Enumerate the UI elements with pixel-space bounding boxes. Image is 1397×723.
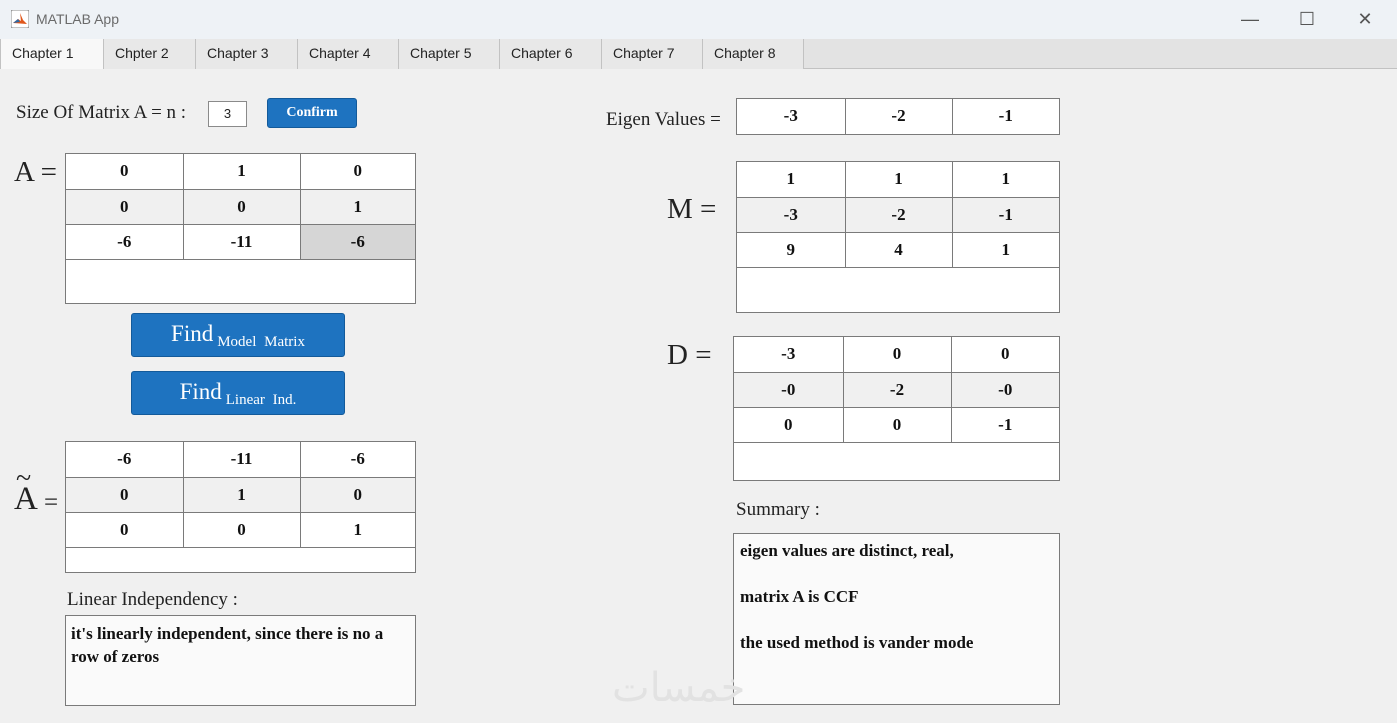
find-model-matrix-button[interactable]: Find Model Matrix [131,313,345,357]
matrix-cell[interactable]: 1 [951,231,1059,268]
matrix-cell[interactable]: 1 [737,162,846,198]
eigen-value-cell[interactable]: -1 [951,99,1059,135]
table-row: -3 -2 -1 [737,196,1059,233]
matrix-cell[interactable]: 1 [299,188,415,225]
eigen-value-cell[interactable]: -2 [844,99,953,135]
matrix-cell[interactable]: -0 [734,371,844,408]
matrix-cell[interactable]: -3 [737,196,846,233]
find-model-main-label: Find [171,321,214,346]
tab-bar: Chapter 1 Chpter 2 Chapter 3 Chapter 4 C… [0,39,1397,70]
matrix-cell[interactable]: 0 [842,337,952,373]
matrix-cell[interactable]: 0 [66,511,184,548]
matrix-cell[interactable]: 1 [299,511,415,548]
matrix-m-label: M = [667,193,717,225]
table-row: -6 -11 -6 [66,442,415,478]
matrix-cell[interactable]: -1 [950,406,1059,443]
summary-textarea[interactable]: eigen values are distinct, real, matrix … [733,533,1060,705]
eigen-values-table[interactable]: -3 -2 -1 [736,98,1060,135]
matrix-cell[interactable]: -6 [66,223,184,260]
matrix-cell[interactable]: 4 [844,231,953,268]
tab-chapter-1[interactable]: Chapter 1 [0,39,104,70]
matrix-cell[interactable]: -6 [299,442,415,478]
maximize-button[interactable]: ☐ [1296,8,1318,30]
matrix-cell[interactable]: -6 [66,442,184,478]
table-row: 1 1 1 [737,162,1059,198]
matrix-cell[interactable]: 1 [951,162,1059,198]
matrix-cell[interactable]: 0 [182,188,301,225]
matrix-a-tilde-label: ~ A = [14,463,64,529]
matrix-cell[interactable]: -2 [842,371,952,408]
tab-chapter-3[interactable]: Chapter 3 [196,39,298,69]
matrix-a-table[interactable]: 0 1 0 0 0 1 -6 -11 -6 [65,153,416,304]
find-linear-main-label: Find [179,379,222,404]
summary-line: matrix A is CCF [740,587,859,606]
window-title: MATLAB App [36,11,120,27]
matrix-cell[interactable]: 9 [737,231,846,268]
summary-label: Summary : [736,499,820,520]
matrix-a-tilde-table[interactable]: -6 -11 -6 0 1 0 0 0 1 [65,441,416,573]
matrix-d-table[interactable]: -3 0 0 -0 -2 -0 0 0 -1 [733,336,1060,481]
matrix-cell[interactable]: 0 [66,188,184,225]
linear-independency-text: it's linearly independent, since there i… [71,624,384,666]
tab-content-chapter-1: Size Of Matrix A = n : 3 Confirm A = 0 1… [0,69,1397,723]
equals-symbol: = [44,489,59,516]
table-row: 0 0 1 [66,511,415,548]
linear-independency-textarea[interactable]: it's linearly independent, since there i… [65,615,416,706]
watermark-logo: خمسات [612,665,746,711]
matrix-m-table[interactable]: 1 1 1 -3 -2 -1 9 4 1 [736,161,1060,313]
matrix-cell[interactable]: 0 [299,476,415,513]
matrix-size-field[interactable]: 3 [208,101,247,127]
find-linear-sub-label: Linear Ind. [225,392,297,408]
matrix-cell[interactable]: -3 [734,337,844,373]
matrix-cell[interactable]: -2 [844,196,953,233]
tab-chapter-7[interactable]: Chapter 7 [602,39,703,69]
table-row: -3 0 0 [734,337,1059,373]
matrix-cell[interactable]: 0 [299,154,415,190]
matrix-cell[interactable]: 1 [182,476,301,513]
table-row: 0 0 1 [66,188,415,225]
table-row: -6 -11 -6 [66,223,415,260]
tab-chapter-4[interactable]: Chapter 4 [298,39,399,69]
matrix-a-label: A = [14,156,57,188]
a-symbol: A [14,481,38,517]
tab-chapter-8[interactable]: Chapter 8 [703,39,804,69]
table-row: -3 -2 -1 [737,99,1059,135]
matrix-cell[interactable]: 1 [844,162,953,198]
matrix-cell[interactable]: 0 [66,476,184,513]
matrix-size-label: Size Of Matrix A = n : [16,102,187,123]
tab-chapter-5[interactable]: Chapter 5 [399,39,500,69]
close-button[interactable]: ✕ [1354,8,1376,30]
table-row: 9 4 1 [737,231,1059,268]
table-row: -0 -2 -0 [734,371,1059,408]
matrix-cell[interactable]: 1 [182,154,301,190]
matrix-d-label: D = [667,339,712,371]
matrix-cell[interactable]: -11 [182,223,301,260]
find-model-sub-label: Model Matrix [217,334,305,350]
matrix-cell[interactable]: 0 [734,406,844,443]
minimize-button[interactable]: — [1239,8,1261,30]
table-row: 0 0 -1 [734,406,1059,443]
find-linear-ind-button[interactable]: Find Linear Ind. [131,371,345,415]
summary-line: eigen values are distinct, real, [740,541,954,560]
matrix-cell[interactable]: 0 [182,511,301,548]
table-row: 0 1 0 [66,154,415,190]
summary-line: the used method is vander mode [740,633,974,652]
eigen-values-label: Eigen Values = [606,109,721,130]
table-row: 0 1 0 [66,476,415,513]
matrix-cell[interactable]: 0 [950,337,1059,373]
matrix-cell[interactable]: -0 [950,371,1059,408]
tab-chapter-2[interactable]: Chpter 2 [104,39,196,69]
tab-chapter-6[interactable]: Chapter 6 [500,39,602,69]
eigen-value-cell[interactable]: -3 [737,99,846,135]
matrix-cell[interactable]: 0 [842,406,952,443]
title-bar: MATLAB App — ☐ ✕ [0,0,1397,39]
matrix-cell[interactable]: -1 [951,196,1059,233]
matrix-cell[interactable]: -11 [182,442,301,478]
matlab-logo-icon [11,10,29,28]
linear-independency-label: Linear Independency : [67,589,238,610]
matrix-cell[interactable]: 0 [66,154,184,190]
matrix-cell-selected[interactable]: -6 [299,223,415,260]
confirm-button[interactable]: Confirm [267,98,357,128]
